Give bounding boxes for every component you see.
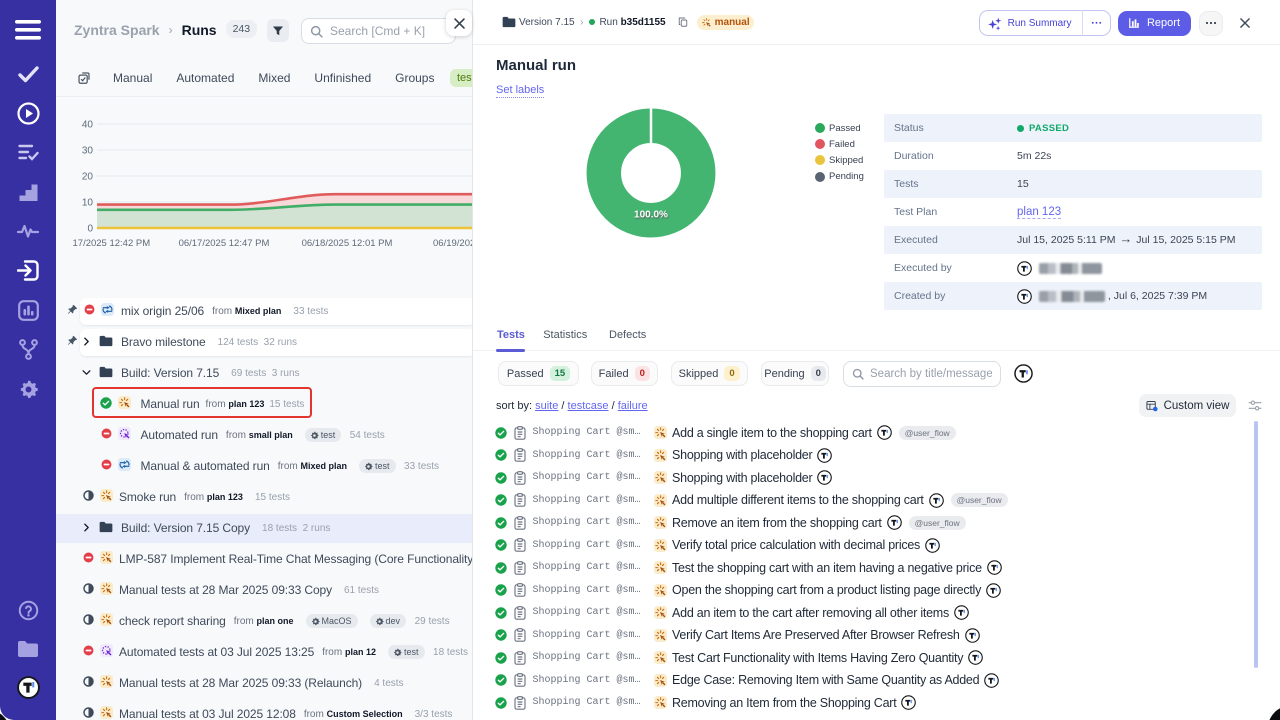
svg-text:06/18/2025 12:01 PM: 06/18/2025 12:01 PM <box>302 238 393 249</box>
svg-text:30: 30 <box>82 146 94 157</box>
svg-text:17/2025 12:42 PM: 17/2025 12:42 PM <box>73 238 151 249</box>
svg-text:0: 0 <box>87 224 93 235</box>
svg-text:40: 40 <box>82 120 94 131</box>
svg-text:10: 10 <box>82 198 94 209</box>
svg-text:06/19/2025: 06/19/2025 <box>433 238 473 249</box>
svg-text:06/17/2025 12:47 PM: 06/17/2025 12:47 PM <box>179 238 270 249</box>
svg-text:100.0%: 100.0% <box>634 210 668 221</box>
svg-text:20: 20 <box>82 172 94 183</box>
